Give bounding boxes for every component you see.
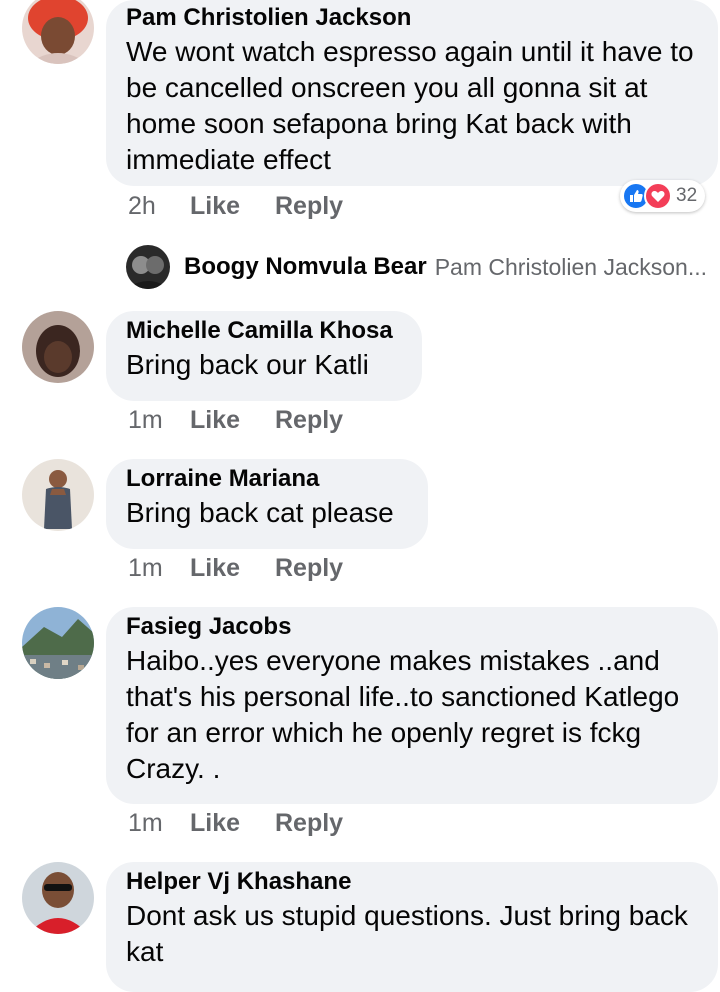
avatar[interactable] (22, 459, 94, 531)
comment-author[interactable]: Pam Christolien Jackson (126, 2, 698, 34)
comment-actions: 1m Like Reply (128, 554, 343, 583)
reply-button[interactable]: Reply (275, 406, 343, 435)
reply-preview[interactable]: Boogy Nomvula Bear Pam Christolien Jacks… (126, 245, 720, 289)
avatar[interactable] (22, 0, 94, 64)
like-button[interactable]: Like (190, 406, 275, 435)
comment-bubble: Helper Vj Khashane Dont ask us stupid qu… (106, 862, 718, 992)
comment-time[interactable]: 2h (128, 192, 190, 221)
avatar (126, 245, 170, 289)
comment-text: Haibo..yes everyone makes mistakes ..and… (126, 645, 695, 784)
reply-author[interactable]: Boogy Nomvula Bear (184, 253, 427, 281)
like-button[interactable]: Like (190, 192, 275, 221)
like-button[interactable]: Like (190, 809, 275, 838)
reaction-count: 32 (676, 185, 698, 206)
comment-bubble: Michelle Camilla Khosa Bring back our Ka… (106, 311, 422, 401)
comment-actions: 1m Like Reply (128, 809, 343, 838)
comment-bubble: Pam Christolien Jackson We wont watch es… (106, 0, 718, 186)
comment-bubble: Lorraine Mariana Bring back cat please (106, 459, 428, 549)
comment-text: Bring back our Katli (126, 349, 369, 380)
comment-bubble: Fasieg Jacobs Haibo..yes everyone makes … (106, 607, 718, 804)
comment-author[interactable]: Michelle Camilla Khosa (126, 315, 402, 347)
comment-time[interactable]: 1m (128, 554, 190, 583)
comment-time[interactable]: 1m (128, 406, 190, 435)
comment-text: Bring back cat please (126, 497, 394, 528)
comment-author[interactable]: Fasieg Jacobs (126, 611, 698, 643)
comment-author[interactable]: Helper Vj Khashane (126, 866, 698, 898)
avatar[interactable] (22, 311, 94, 383)
comment-text: Dont ask us stupid questions. Just bring… (126, 900, 688, 967)
reply-snippet: Pam Christolien Jackson... (434, 253, 707, 280)
comment-text: We wont watch espresso again until it ha… (126, 36, 694, 175)
comment-time[interactable]: 1m (128, 809, 190, 838)
avatar[interactable] (22, 862, 94, 934)
avatar[interactable] (22, 607, 94, 679)
reaction-summary[interactable]: 32 (620, 180, 706, 212)
reply-button[interactable]: Reply (275, 192, 343, 221)
love-icon (644, 182, 672, 210)
like-button[interactable]: Like (190, 554, 275, 583)
reply-button[interactable]: Reply (275, 809, 343, 838)
comment-author[interactable]: Lorraine Mariana (126, 463, 408, 495)
reply-button[interactable]: Reply (275, 554, 343, 583)
comment-actions: 2h Like Reply (128, 192, 343, 221)
comment-actions: 1m Like Reply (128, 406, 343, 435)
